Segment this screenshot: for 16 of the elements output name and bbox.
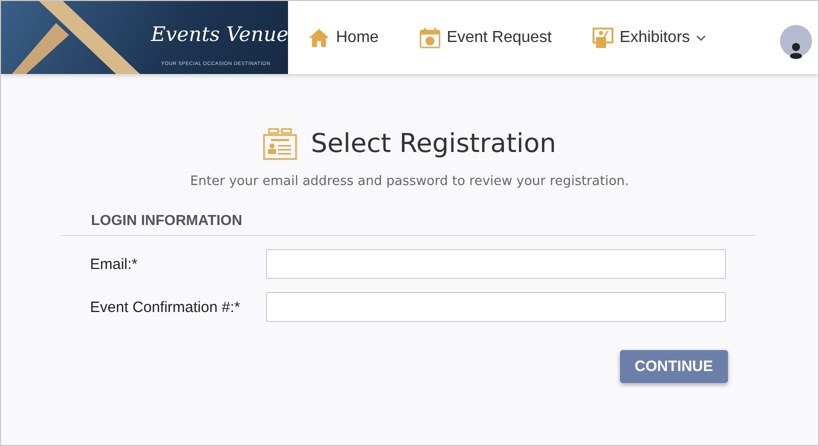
- nav-link[interactable]: Home: [308, 26, 379, 48]
- presenter-board-icon: [592, 26, 614, 48]
- field-label: Email:*: [90, 256, 139, 272]
- logo-title: Events Venue: [151, 23, 288, 45]
- id-card-icon: [262, 128, 297, 160]
- input-field[interactable]: [266, 292, 726, 322]
- nav-link[interactable]: Exhibitors: [592, 26, 706, 48]
- nav-link[interactable]: Event Request: [418, 26, 552, 48]
- field-label: Event Confirmation #:*: [90, 298, 242, 316]
- home-icon: [308, 26, 330, 48]
- user-avatar[interactable]: [780, 24, 812, 60]
- input-field[interactable]: [266, 249, 726, 279]
- section-heading: LOGIN INFORMATION: [91, 213, 244, 229]
- page-title: Select Registration: [310, 129, 556, 159]
- continue-button[interactable]: CONTINUE: [620, 350, 728, 383]
- page-subtitle: Enter your email address and password to review your registration.: [189, 174, 630, 189]
